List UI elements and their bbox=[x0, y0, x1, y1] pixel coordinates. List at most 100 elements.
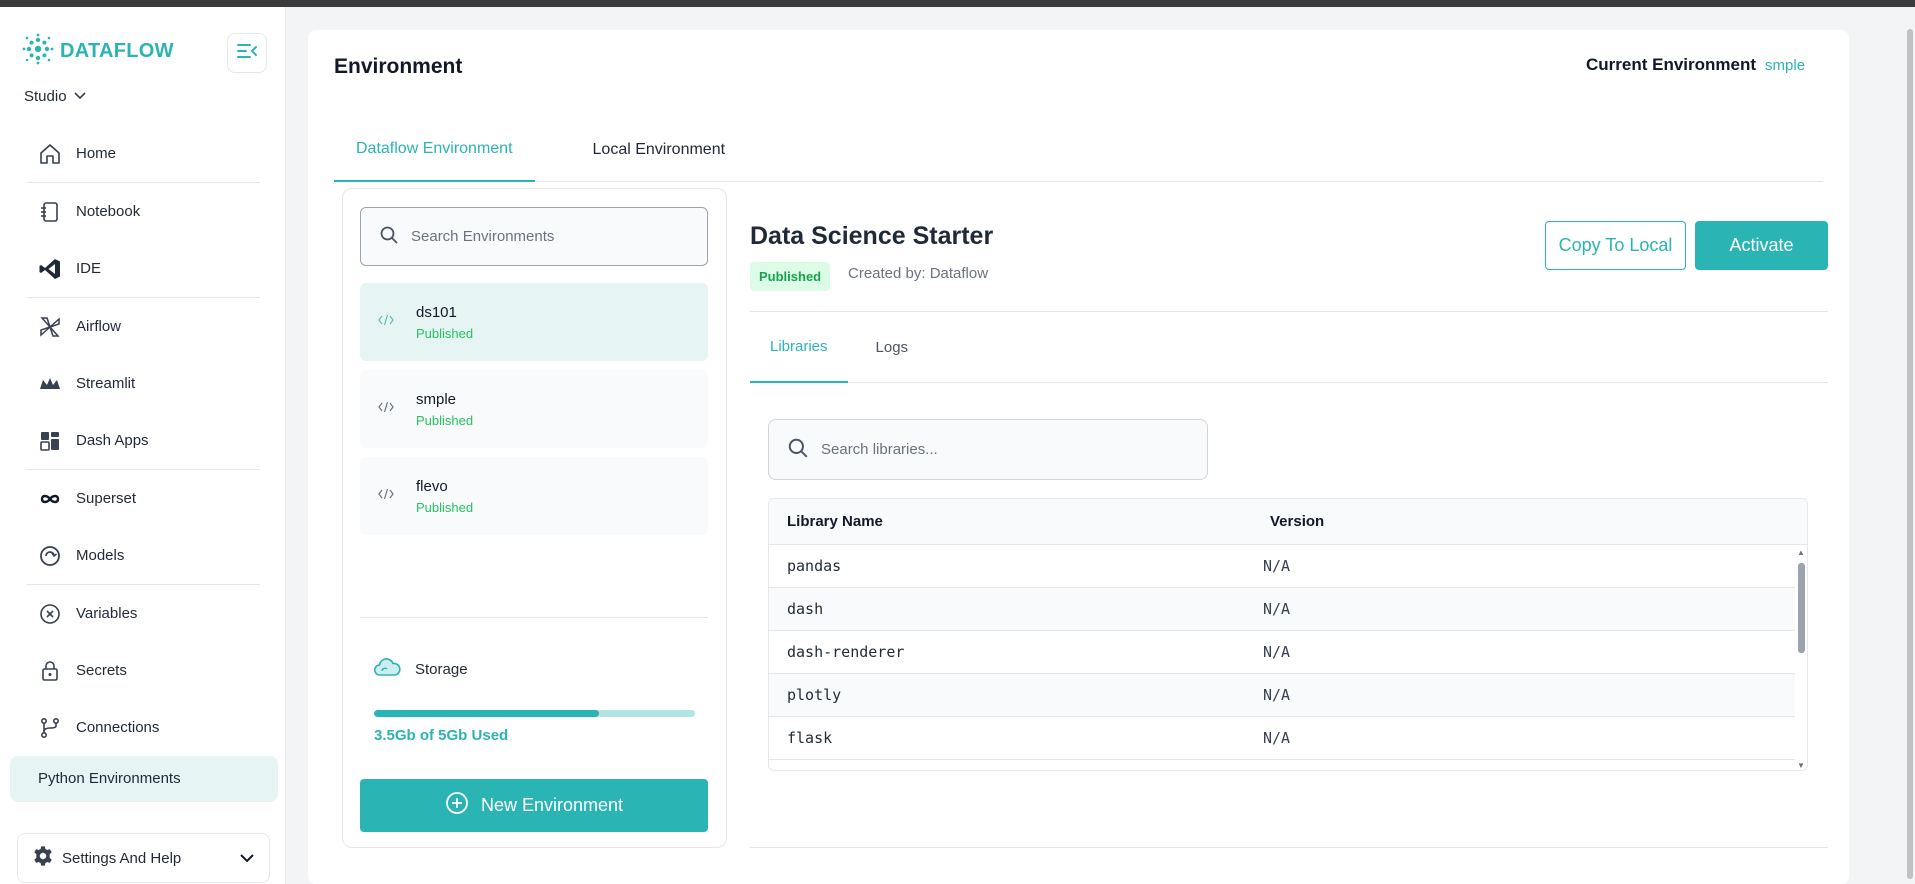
library-version: N/A bbox=[1263, 600, 1291, 618]
new-environment-label: New Environment bbox=[480, 795, 624, 815]
storage-progress-bar bbox=[374, 710, 695, 717]
table-row: dash N/A bbox=[769, 588, 1795, 631]
cloud-icon bbox=[373, 657, 401, 681]
plus-circle-icon bbox=[445, 791, 469, 820]
tab-logs[interactable]: Logs bbox=[856, 312, 929, 383]
page-scrollbar-thumb[interactable] bbox=[1907, 29, 1913, 879]
sidebar-item-label: Connections bbox=[76, 719, 160, 736]
streamlit-icon bbox=[38, 372, 62, 396]
scroll-up-arrow-icon[interactable]: ▲ bbox=[1797, 548, 1805, 557]
current-environment: Current Environment smple bbox=[1586, 55, 1805, 75]
collapse-menu-icon bbox=[236, 42, 258, 65]
table-row: dash-renderer N/A bbox=[769, 631, 1795, 674]
sidebar-item-python-environments[interactable]: Python Environments bbox=[10, 756, 278, 802]
sidebar-item-connections[interactable]: Connections bbox=[26, 699, 260, 756]
code-icon bbox=[378, 400, 394, 418]
library-name: plotly bbox=[787, 686, 842, 704]
airflow-icon bbox=[38, 315, 62, 339]
sidebar-nav: Home Notebook IDE Airflow Streamlit Dash… bbox=[10, 125, 278, 802]
search-environments-input[interactable]: Search Environments bbox=[360, 207, 708, 266]
new-environment-button[interactable]: New Environment bbox=[360, 779, 708, 832]
search-libraries-input[interactable]: Search libraries... bbox=[768, 419, 1208, 480]
environment-tabs: Dataflow Environment Local Environment bbox=[334, 118, 1823, 182]
storage-section: Storage bbox=[373, 657, 468, 681]
code-icon bbox=[378, 313, 394, 331]
environment-status: Published bbox=[416, 499, 474, 515]
sidebar-item-label: Dash Apps bbox=[76, 432, 149, 449]
sidebar-item-dash-apps[interactable]: Dash Apps bbox=[26, 412, 260, 469]
table-header: Library Name Version bbox=[769, 499, 1807, 545]
sidebar-item-label: Streamlit bbox=[76, 375, 136, 392]
tab-local-environment[interactable]: Local Environment bbox=[571, 118, 748, 182]
connections-icon bbox=[38, 716, 62, 740]
current-environment-value: smple bbox=[1765, 57, 1806, 74]
sidebar-item-secrets[interactable]: Secrets bbox=[26, 642, 260, 699]
storage-label: Storage bbox=[415, 660, 468, 678]
library-name: pandas bbox=[787, 557, 842, 575]
chevron-down-icon bbox=[73, 88, 87, 105]
list-item-environment[interactable]: flevo Published bbox=[360, 457, 708, 535]
environment-name: flevo bbox=[416, 477, 448, 495]
dataflow-logo-icon bbox=[22, 33, 54, 70]
environment-list: ds101 Published smple Published flevo Pu… bbox=[360, 283, 708, 544]
sidebar-item-superset[interactable]: Superset bbox=[26, 470, 260, 527]
vscode-icon bbox=[38, 257, 62, 281]
home-icon bbox=[38, 142, 62, 166]
models-icon bbox=[38, 544, 62, 568]
sidebar: DATAFLOW Studio Home Notebook IDE Airflo… bbox=[0, 7, 286, 884]
logo-text: DATAFLOW bbox=[60, 40, 174, 62]
detail-tabs: Libraries Logs bbox=[750, 312, 1828, 383]
environment-status: Published bbox=[416, 412, 474, 428]
library-version: N/A bbox=[1263, 729, 1291, 747]
search-icon bbox=[787, 437, 809, 463]
table-row: plotly N/A bbox=[769, 674, 1795, 717]
environment-name: ds101 bbox=[416, 303, 457, 321]
code-icon bbox=[378, 487, 394, 505]
lock-icon bbox=[38, 659, 62, 683]
sidebar-item-label: Home bbox=[76, 145, 117, 162]
storage-usage-text: 3.5Gb of 5Gb Used bbox=[374, 727, 509, 744]
sidebar-item-home[interactable]: Home bbox=[26, 125, 260, 182]
status-badge: Published bbox=[750, 262, 831, 291]
divider bbox=[750, 847, 1828, 848]
notebook-icon bbox=[38, 200, 62, 224]
environment-detail-panel: Data Science Starter Published Created b… bbox=[730, 188, 1842, 858]
search-libraries-placeholder: Search libraries... bbox=[821, 441, 938, 458]
environment-name: smple bbox=[416, 390, 457, 408]
table-row: pandas N/A bbox=[769, 545, 1795, 588]
column-header-library-name: Library Name bbox=[787, 513, 883, 530]
tab-libraries[interactable]: Libraries bbox=[750, 312, 848, 383]
sidebar-item-models[interactable]: Models bbox=[26, 527, 260, 584]
library-name: dash-renderer bbox=[787, 643, 905, 661]
workspace-selector[interactable]: Studio bbox=[24, 88, 87, 105]
sidebar-item-notebook[interactable]: Notebook bbox=[26, 183, 260, 240]
list-item-environment[interactable]: smple Published bbox=[360, 370, 708, 448]
sidebar-item-streamlit[interactable]: Streamlit bbox=[26, 355, 260, 412]
tab-dataflow-environment[interactable]: Dataflow Environment bbox=[334, 118, 535, 182]
logo[interactable]: DATAFLOW bbox=[22, 33, 174, 70]
scroll-down-arrow-icon[interactable]: ▼ bbox=[1797, 761, 1805, 770]
sidebar-item-label: Airflow bbox=[76, 318, 122, 335]
chevron-down-icon bbox=[239, 850, 255, 867]
sidebar-item-airflow[interactable]: Airflow bbox=[26, 298, 260, 355]
library-name: dash bbox=[787, 600, 824, 618]
settings-label: Settings And Help bbox=[62, 849, 182, 867]
collapse-sidebar-button[interactable] bbox=[227, 33, 267, 73]
sidebar-item-ide[interactable]: IDE bbox=[26, 240, 260, 297]
settings-and-help-button[interactable]: Settings And Help bbox=[17, 833, 270, 883]
activate-button[interactable]: Activate bbox=[1695, 221, 1828, 270]
environment-list-panel: Search Environments ds101 Published smpl… bbox=[342, 188, 727, 848]
list-item-environment[interactable]: ds101 Published bbox=[360, 283, 708, 361]
page-scrollbar[interactable] bbox=[1905, 7, 1915, 884]
search-environments-placeholder: Search Environments bbox=[411, 228, 555, 245]
libraries-table: Library Name Version pandas N/A dash N/A… bbox=[768, 498, 1808, 771]
library-version: N/A bbox=[1263, 557, 1291, 575]
infinity-icon bbox=[38, 487, 62, 511]
copy-to-local-button[interactable]: Copy To Local bbox=[1545, 221, 1686, 270]
main-content: Environment Current Environment smple Da… bbox=[308, 30, 1849, 884]
scrollbar-thumb[interactable] bbox=[1798, 563, 1805, 653]
sidebar-item-variables[interactable]: Variables bbox=[26, 585, 260, 642]
created-by-text: Created by: Dataflow bbox=[848, 265, 989, 282]
library-name: flask bbox=[787, 729, 833, 747]
table-scrollbar[interactable]: ▲ ▼ bbox=[1795, 545, 1807, 770]
